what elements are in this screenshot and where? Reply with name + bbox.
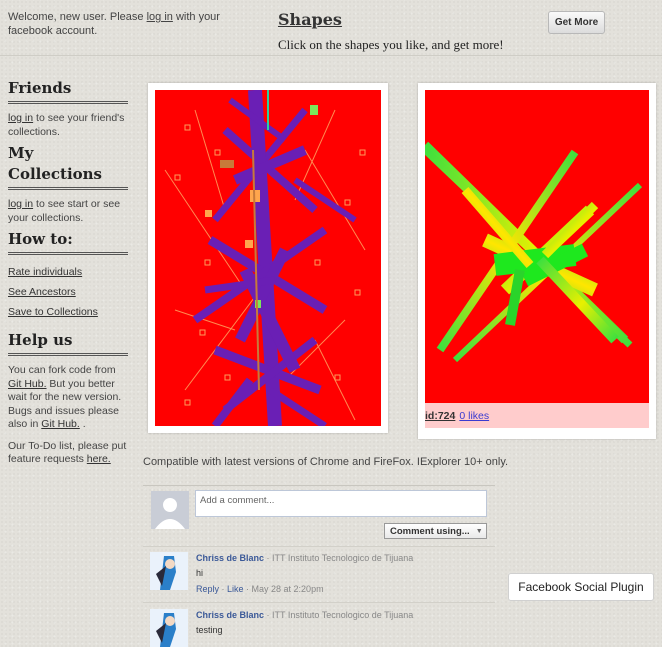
github-link-2[interactable]: Git Hub.: [41, 418, 80, 430]
user-silhouette-icon: [151, 491, 189, 529]
shape-canvas[interactable]: [155, 90, 381, 426]
todo-text: Our To-Do list, please put feature reque…: [8, 440, 128, 467]
commenter-name[interactable]: Chriss de Blanc: [196, 610, 264, 620]
welcome-message: Welcome, new user. Please log in with yo…: [8, 10, 243, 38]
commenter-avatar[interactable]: [150, 609, 188, 647]
todo-link[interactable]: here.: [87, 453, 111, 465]
comment-using-dropdown[interactable]: Comment using... ▼: [384, 523, 487, 539]
get-more-button[interactable]: Get More: [548, 11, 605, 34]
page-subtitle: Click on the shapes you like, and get mo…: [278, 37, 504, 52]
welcome-prefix: Welcome, new user. Please: [8, 11, 147, 23]
caret-down-icon: ▼: [475, 527, 483, 535]
help-text: You can fork code from Git Hub. But you …: [8, 364, 128, 432]
howto-ancestors-link[interactable]: See Ancestors: [8, 286, 128, 298]
commenter-name[interactable]: Chriss de Blanc: [196, 553, 264, 563]
comment-text: hi: [196, 568, 204, 578]
comment-body: Chriss de Blanc · ITT Instituto Tecnolog…: [196, 609, 413, 636]
friends-login-link[interactable]: log in: [8, 112, 33, 124]
shape-canvas[interactable]: [425, 90, 649, 403]
comment-actions: Reply · Like · May 28 at 2:20pm: [196, 584, 324, 594]
commenter-avatar[interactable]: [150, 552, 188, 590]
shape-drawing-burst: [425, 141, 643, 363]
shape-card[interactable]: [148, 83, 388, 433]
reply-link[interactable]: Reply: [196, 584, 219, 594]
comment-input[interactable]: Add a comment...: [195, 490, 487, 517]
welcome-login-link[interactable]: log in: [147, 11, 173, 23]
header-divider: [0, 55, 662, 56]
collections-text: log in to see start or see your collecti…: [8, 198, 128, 225]
shape-id-link[interactable]: id:724: [425, 410, 455, 422]
howto-rate-link[interactable]: Rate individuals: [8, 266, 128, 278]
shape-meta-bar: id:724 0 likes: [425, 403, 649, 428]
comment-text: testing: [196, 625, 223, 635]
friends-heading: Friends: [8, 78, 128, 104]
shape-likes-link[interactable]: 0 likes: [459, 410, 489, 422]
howto-save-link[interactable]: Save to Collections: [8, 306, 128, 318]
sidebar: Friends log in to see your friend's coll…: [8, 78, 128, 471]
facebook-social-plugin-badge[interactable]: Facebook Social Plugin: [508, 573, 654, 601]
collections-login-link[interactable]: log in: [8, 198, 33, 210]
collections-heading: My Collections: [8, 143, 128, 190]
commenter-affiliation: · ITT Instituto Tecnologico de Tijuana: [264, 553, 414, 563]
comments-top-divider: [143, 485, 495, 486]
commenter-affiliation: · ITT Instituto Tecnologico de Tijuana: [264, 610, 414, 620]
like-link[interactable]: Like: [227, 584, 244, 594]
github-link-1[interactable]: Git Hub.: [8, 378, 47, 390]
help-text-1: You can fork code from: [8, 364, 116, 376]
help-heading: Help us: [8, 330, 128, 356]
comments-widget: Add a comment... Comment using... ▼ Chri…: [143, 485, 495, 647]
help-text-3: .: [79, 418, 86, 430]
page-title[interactable]: Shapes: [278, 10, 342, 29]
howto-heading: How to:: [8, 229, 128, 255]
shape-drawing-purple: [164, 90, 366, 426]
comment-time: · May 28 at 2:20pm: [243, 584, 324, 594]
comment-body: Chriss de Blanc · ITT Instituto Tecnolog…: [196, 552, 413, 595]
shape-card[interactable]: id:724 0 likes: [418, 83, 656, 439]
comment-divider: [143, 602, 495, 603]
friends-text: log in to see your friend's collections.: [8, 112, 128, 139]
comment-using-label: Comment using...: [390, 525, 470, 537]
compatibility-note: Compatible with latest versions of Chrom…: [143, 456, 509, 468]
comment-divider: [143, 546, 495, 547]
